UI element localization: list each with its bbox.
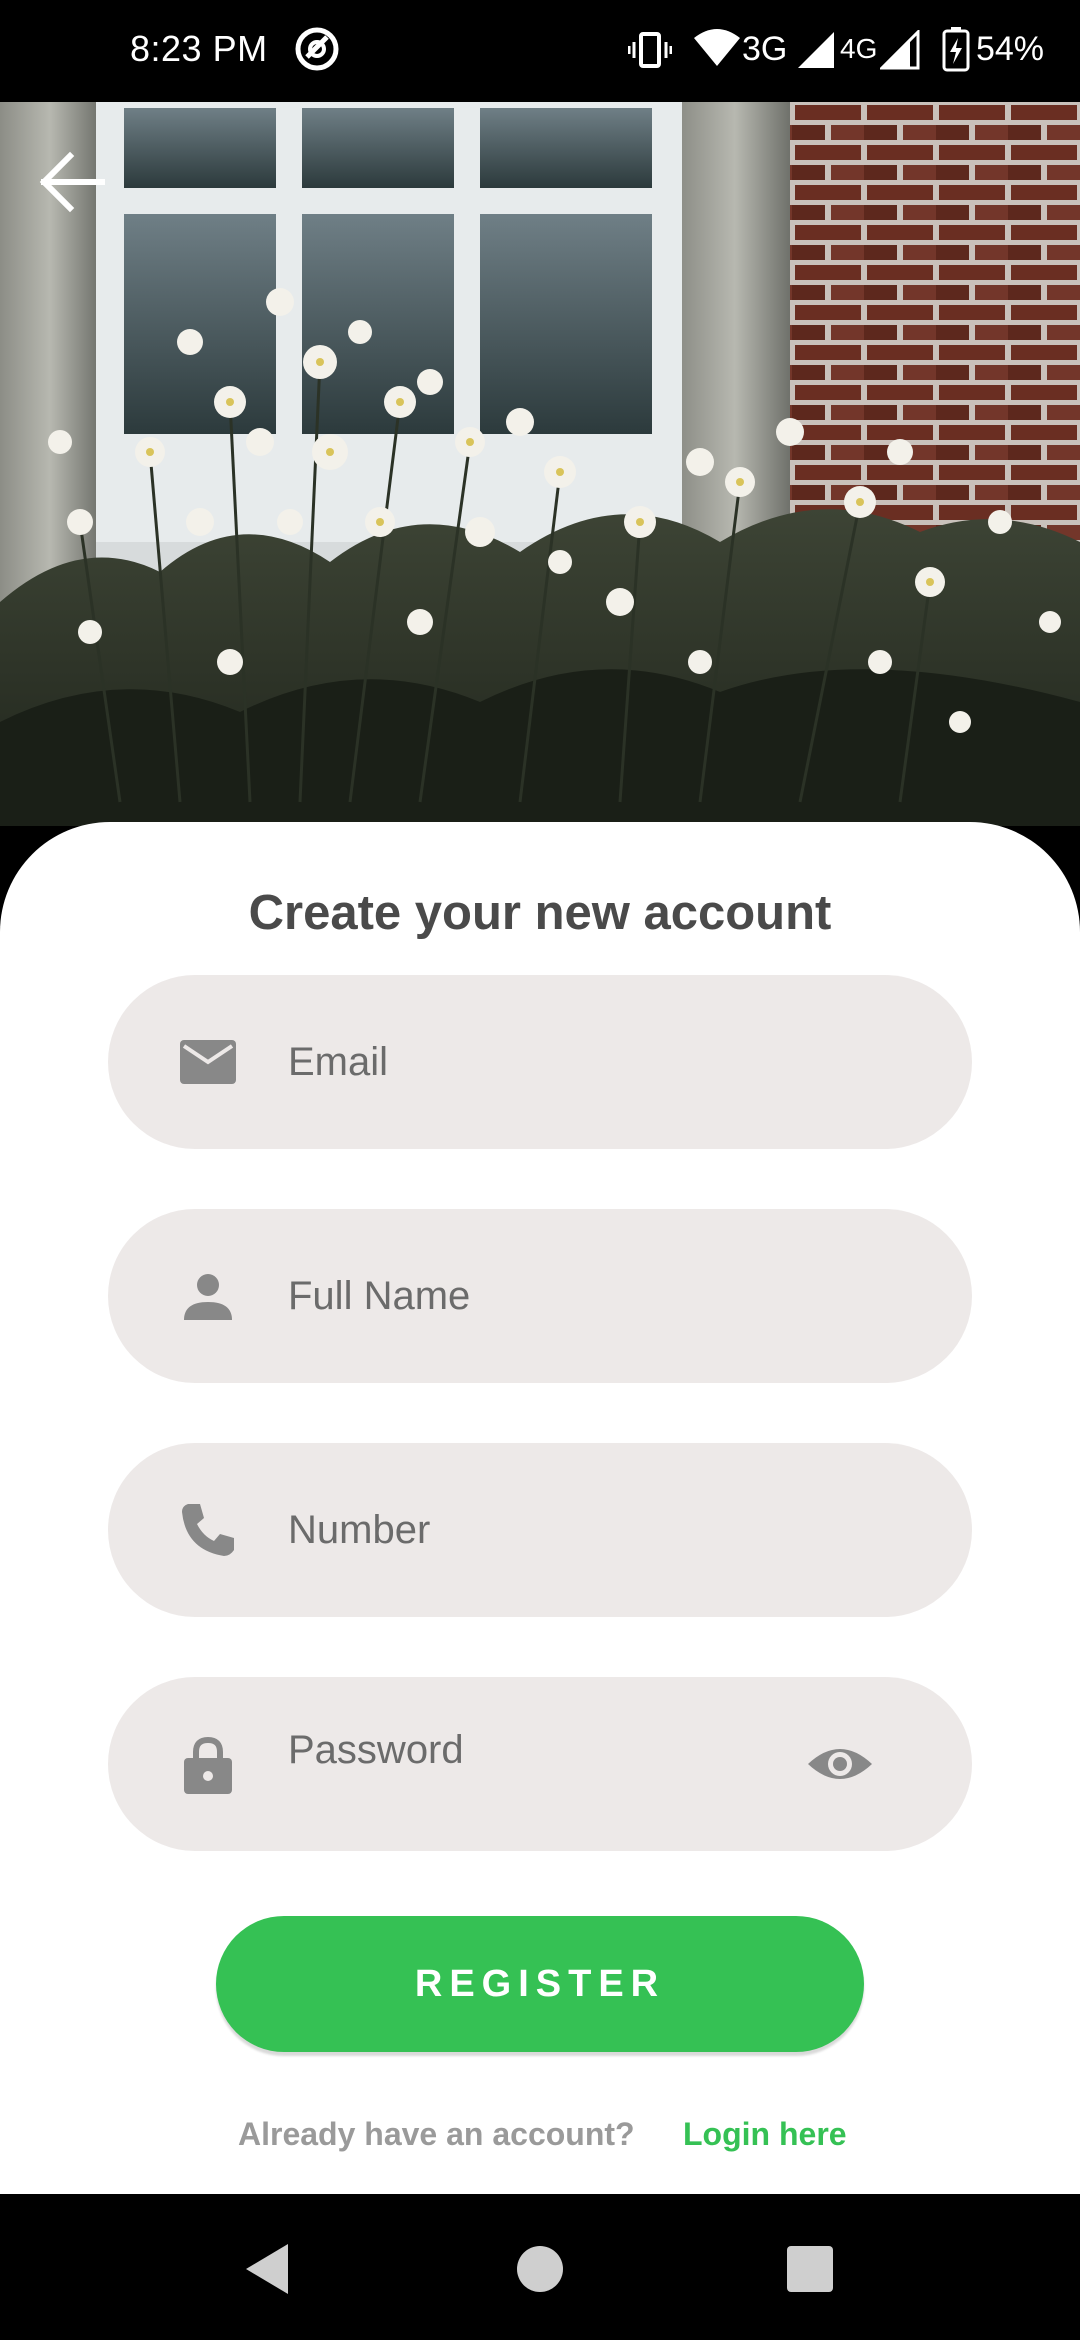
- vibrate-icon: [628, 32, 672, 68]
- password-input[interactable]: [288, 1663, 848, 1837]
- person-icon: [184, 1274, 232, 1320]
- already-have-account-text: Already have an account?: [238, 2116, 635, 2152]
- number-input[interactable]: [288, 1443, 848, 1617]
- network-3g-label: 3G: [742, 30, 788, 68]
- eye-icon[interactable]: [804, 1728, 876, 1800]
- battery-charging-icon: [942, 27, 970, 72]
- square-recents-icon[interactable]: [765, 2224, 855, 2314]
- arrow-left-icon: [39, 151, 105, 213]
- signal-3g-icon: [798, 32, 834, 68]
- page-title: Create your new account: [248, 886, 832, 940]
- register-button[interactable]: REGISTER: [216, 1916, 864, 2052]
- signal-4g-icon: [880, 30, 920, 70]
- lock-icon: [184, 1736, 232, 1794]
- circle-home-icon[interactable]: [495, 2224, 585, 2314]
- hero-illustration: [0, 102, 1080, 826]
- full-name-field[interactable]: [108, 1209, 972, 1383]
- triangle-back-icon[interactable]: [222, 2224, 312, 2314]
- full-name-input[interactable]: [288, 1209, 848, 1383]
- mail-icon: [180, 1040, 236, 1084]
- battery-percentage: 54%: [975, 30, 1044, 68]
- status-bar: 8:23 PM 3G 4G 54%: [0, 0, 1080, 102]
- phone-icon: [182, 1504, 234, 1556]
- back-button[interactable]: [30, 140, 114, 224]
- status-time: 8:23 PM: [130, 28, 268, 69]
- login-link[interactable]: Login here: [683, 2110, 847, 2158]
- network-4g-label: 4G: [840, 33, 878, 64]
- number-field[interactable]: [108, 1443, 972, 1617]
- app-notification-icon: [295, 27, 339, 71]
- email-field[interactable]: [108, 975, 972, 1149]
- email-input[interactable]: [288, 975, 848, 1149]
- hero-image: [0, 102, 1080, 826]
- wifi-icon: [694, 29, 740, 66]
- password-field[interactable]: [108, 1663, 972, 1851]
